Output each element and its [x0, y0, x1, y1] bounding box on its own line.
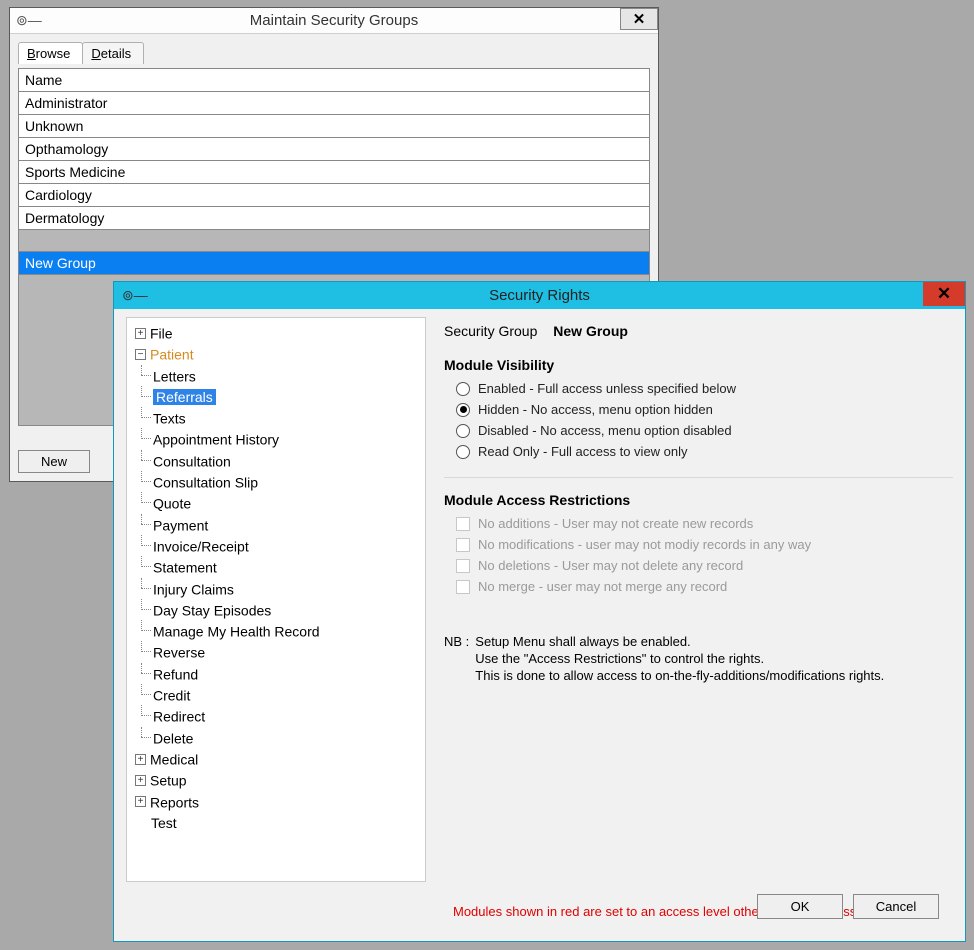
checkbox-icon [456, 580, 470, 594]
close-button[interactable]: ✕ [620, 8, 658, 30]
win1-tabs: Browse Details [18, 42, 650, 64]
checkbox-icon [456, 517, 470, 531]
grid-gap [19, 230, 649, 252]
access-option-label: No modifications - user may not modiy re… [478, 537, 811, 552]
tree-node-letters[interactable]: Letters [153, 368, 196, 384]
checkbox-icon [456, 559, 470, 573]
tree-node-consultation[interactable]: Consultation [153, 453, 231, 469]
access-option-label: No deletions - User may not delete any r… [478, 558, 743, 573]
access-option-3: No merge - user may not merge any record [456, 579, 953, 594]
tree-node-setup[interactable]: Setup [150, 773, 187, 789]
tree-node-manage-my-health-record[interactable]: Manage My Health Record [153, 623, 320, 639]
table-row[interactable]: Cardiology [19, 184, 649, 207]
tree-node-reports[interactable]: Reports [150, 794, 199, 810]
close-button[interactable]: ✕ [923, 282, 965, 306]
table-row[interactable]: Opthamology [19, 138, 649, 161]
tree-expand-icon[interactable]: + [135, 796, 146, 807]
access-option-2: No deletions - User may not delete any r… [456, 558, 953, 573]
table-row[interactable]: Dermatology [19, 207, 649, 230]
tree-node-file[interactable]: File [150, 325, 173, 341]
radio-icon[interactable] [456, 382, 470, 396]
visibility-option-0[interactable]: Enabled - Full access unless specified b… [456, 381, 953, 396]
win2-titlebar: ⊚— Security Rights ✕ [114, 282, 965, 309]
access-option-label: No additions - User may not create new r… [478, 516, 753, 531]
new-button[interactable]: New [18, 450, 90, 473]
radio-icon[interactable] [456, 403, 470, 417]
grid-header-name: Name [19, 69, 649, 92]
tree-node-quote[interactable]: Quote [153, 496, 191, 512]
access-option-0: No additions - User may not create new r… [456, 516, 953, 531]
table-row[interactable]: Unknown [19, 115, 649, 138]
nb-label: NB : [444, 634, 469, 685]
tree-node-texts[interactable]: Texts [153, 410, 186, 426]
divider [444, 477, 953, 478]
module-tree[interactable]: + File−Patient Letters Referrals Texts Appoin… [126, 317, 426, 882]
visibility-option-label: Hidden - No access, menu option hidden [478, 402, 713, 417]
win2-title: Security Rights [114, 287, 965, 304]
tree-node-injury-claims[interactable]: Injury Claims [153, 581, 234, 597]
tree-node-statement[interactable]: Statement [153, 560, 217, 576]
access-option-1: No modifications - user may not modiy re… [456, 537, 953, 552]
tree-node-referrals[interactable]: Referrals [153, 389, 216, 405]
table-row-selected[interactable]: New Group [19, 252, 649, 275]
module-access-title: Module Access Restrictions [444, 492, 953, 508]
tree-node-patient[interactable]: Patient [150, 347, 194, 363]
tab-details[interactable]: Details [82, 42, 144, 64]
cancel-button[interactable]: Cancel [853, 894, 939, 919]
tree-expand-icon[interactable]: + [135, 775, 146, 786]
tree-node-reverse[interactable]: Reverse [153, 645, 205, 661]
security-group-value: New Group [553, 323, 628, 339]
tree-node-credit[interactable]: Credit [153, 687, 190, 703]
tab-browse[interactable]: Browse [18, 42, 83, 64]
right-pane: Security Group New Group Module Visibili… [444, 317, 953, 929]
tree-node-appointment-history[interactable]: Appointment History [153, 432, 279, 448]
checkbox-icon [456, 538, 470, 552]
visibility-option-label: Read Only - Full access to view only [478, 444, 688, 459]
tree-node-delete[interactable]: Delete [153, 730, 193, 746]
module-visibility-title: Module Visibility [444, 357, 953, 373]
radio-icon[interactable] [456, 424, 470, 438]
win1-title: Maintain Security Groups [10, 12, 658, 29]
tree-node-redirect[interactable]: Redirect [153, 709, 205, 725]
tree-expand-icon[interactable]: + [135, 754, 146, 765]
radio-icon[interactable] [456, 445, 470, 459]
security-group-label: Security Group [444, 323, 537, 339]
tree-node-medical[interactable]: Medical [150, 751, 198, 767]
nb-text: Setup Menu shall always be enabled. Use … [475, 634, 884, 685]
visibility-option-3[interactable]: Read Only - Full access to view only [456, 444, 953, 459]
visibility-option-2[interactable]: Disabled - No access, menu option disabl… [456, 423, 953, 438]
tree-node-invoice-receipt[interactable]: Invoice/Receipt [153, 538, 249, 554]
access-option-label: No merge - user may not merge any record [478, 579, 727, 594]
win1-titlebar: ⊚— Maintain Security Groups ✕ [10, 8, 658, 34]
table-row[interactable]: Administrator [19, 92, 649, 115]
visibility-option-1[interactable]: Hidden - No access, menu option hidden [456, 402, 953, 417]
tree-node-consultation-slip[interactable]: Consultation Slip [153, 474, 258, 490]
tree-expand-icon[interactable]: − [135, 349, 146, 360]
tree-node-payment[interactable]: Payment [153, 517, 208, 533]
tree-node-day-stay-episodes[interactable]: Day Stay Episodes [153, 602, 271, 618]
ok-button[interactable]: OK [757, 894, 843, 919]
tree-node-refund[interactable]: Refund [153, 666, 198, 682]
table-row[interactable]: Sports Medicine [19, 161, 649, 184]
visibility-option-label: Disabled - No access, menu option disabl… [478, 423, 732, 438]
tree-node-test[interactable]: Test [151, 815, 177, 831]
security-rights-window: ⊚— Security Rights ✕ + File−Patient Letter… [113, 281, 966, 942]
tree-expand-icon[interactable]: + [135, 328, 146, 339]
visibility-option-label: Enabled - Full access unless specified b… [478, 381, 736, 396]
